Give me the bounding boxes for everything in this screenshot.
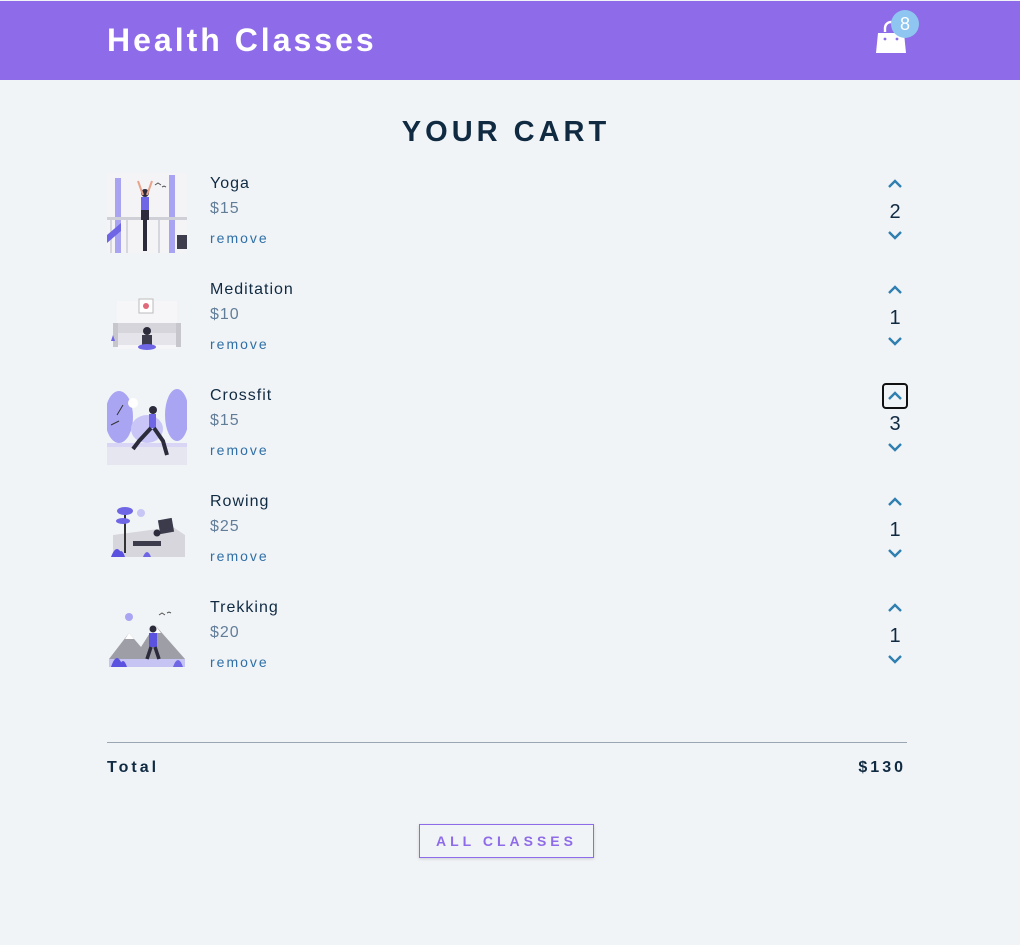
crossfit-image [107, 385, 187, 465]
all-classes-button[interactable]: ALL CLASSES [419, 824, 594, 858]
chevron-up-icon [888, 497, 902, 506]
chevron-up-icon [888, 603, 902, 612]
total-divider [107, 742, 907, 743]
trekking-image [107, 597, 187, 677]
quantity-amount: 3 [889, 413, 901, 435]
item-name: Rowing [210, 493, 270, 510]
meditation-image [107, 279, 187, 359]
remove-button[interactable]: remove [210, 230, 269, 246]
remove-button[interactable]: remove [210, 442, 269, 458]
decrease-quantity-button[interactable] [882, 222, 908, 248]
quantity-amount: 1 [889, 625, 901, 647]
item-name: Meditation [210, 281, 294, 298]
chevron-up-icon [888, 391, 902, 400]
item-name: Trekking [210, 599, 279, 616]
quantity-amount: 1 [889, 519, 901, 541]
navbar: Health Classes [0, 1, 1020, 80]
quantity-amount: 2 [889, 201, 901, 223]
cart-count-badge: 8 [891, 10, 919, 38]
chevron-up-icon [888, 179, 902, 188]
chevron-down-icon [888, 549, 902, 558]
increase-quantity-button[interactable] [882, 383, 908, 409]
yoga-image [107, 173, 187, 253]
cart-item: Trekking $20 remove 1 [107, 597, 907, 679]
increase-quantity-button[interactable] [882, 277, 908, 303]
cart-item: Yoga $15 remove 2 [107, 173, 907, 255]
decrease-quantity-button[interactable] [882, 434, 908, 460]
decrease-quantity-button[interactable] [882, 328, 908, 354]
quantity-amount: 1 [889, 307, 901, 329]
chevron-down-icon [888, 655, 902, 664]
cart-item: Crossfit $15 remove 3 [107, 383, 908, 467]
remove-button[interactable]: remove [210, 336, 269, 352]
cart-title: YOUR CART [401, 116, 611, 148]
rowing-image [107, 491, 187, 571]
decrease-quantity-button[interactable] [882, 540, 908, 566]
chevron-up-icon [888, 285, 902, 294]
item-name: Yoga [210, 175, 250, 192]
chevron-down-icon [888, 443, 902, 452]
brand-title: Health Classes [107, 22, 377, 58]
cart-item: Rowing $25 remove 1 [107, 491, 907, 573]
item-price: $15 [210, 200, 240, 217]
increase-quantity-button[interactable] [882, 595, 908, 621]
cart-item: Meditation $10 remove 1 [107, 279, 907, 361]
total-value: $130 [858, 759, 906, 776]
item-price: $20 [210, 624, 240, 641]
increase-quantity-button[interactable] [882, 489, 908, 515]
total-label: Total [107, 759, 160, 776]
chevron-down-icon [888, 231, 902, 240]
decrease-quantity-button[interactable] [882, 646, 908, 672]
chevron-down-icon [888, 337, 902, 346]
item-price: $10 [210, 306, 240, 323]
item-price: $15 [210, 412, 240, 429]
item-price: $25 [210, 518, 240, 535]
remove-button[interactable]: remove [210, 654, 269, 670]
item-name: Crossfit [210, 387, 273, 404]
remove-button[interactable]: remove [210, 548, 269, 564]
increase-quantity-button[interactable] [882, 171, 908, 197]
